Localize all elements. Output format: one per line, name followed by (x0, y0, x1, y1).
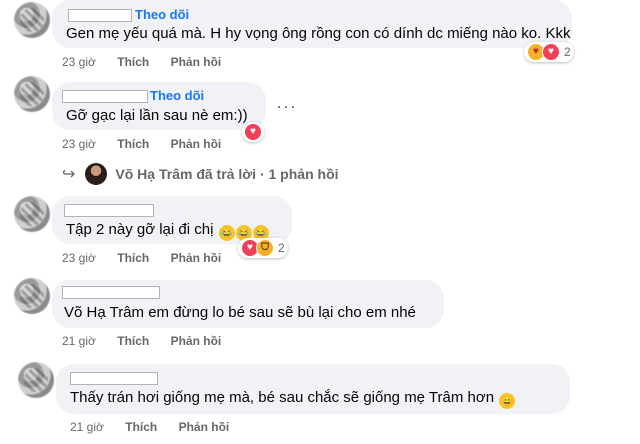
timestamp[interactable]: 23 giờ (62, 55, 96, 69)
avatar[interactable] (18, 362, 54, 398)
reaction-summary[interactable]: ♥ (242, 122, 264, 142)
redacted-name (64, 204, 154, 217)
comment-text: Thấy trán hơi giống mẹ mà, bé sau chắc s… (70, 389, 495, 406)
replies-label: Võ Hạ Trâm đã trả lời · 1 phản hồi (115, 166, 339, 182)
reaction-count: 2 (564, 45, 571, 59)
like-button[interactable]: Thích (117, 55, 149, 69)
comment-text-row: Thấy trán hơi giống mẹ mà, bé sau chắc s… (70, 389, 516, 409)
comment-actions: 23 giờ Thích Phản hồi (62, 251, 221, 265)
view-replies-link[interactable]: ↪ Võ Hạ Trâm đã trả lời · 1 phản hồi (62, 163, 339, 185)
timestamp[interactable]: 21 giờ (70, 420, 104, 434)
redacted-name (68, 9, 132, 22)
avatar[interactable] (14, 196, 50, 232)
follow-link[interactable]: Theo dõi (150, 88, 204, 103)
redacted-name (62, 286, 160, 299)
timestamp[interactable]: 23 giờ (62, 251, 96, 265)
redacted-name (70, 372, 158, 385)
comment-text: Tập 2 này gỡ lại đi chị (66, 221, 214, 238)
comment-text: Võ Hạ Trâm em đừng lo bé sau sẽ bù lại c… (64, 304, 416, 321)
comment-actions: 23 giờ Thích Phản hồi (62, 137, 221, 151)
avatar[interactable] (14, 76, 50, 112)
reply-button[interactable]: Phản hồi (171, 55, 222, 69)
avatar[interactable] (14, 278, 50, 314)
follow-link[interactable]: Theo dõi (135, 7, 189, 22)
reply-button[interactable]: Phản hồi (171, 251, 222, 265)
comment-text: Gen mẹ yếu quá mà. H hy vọng ông rồng co… (66, 25, 571, 42)
reply-button[interactable]: Phản hồi (179, 420, 230, 434)
haha-reaction-icon: ᗜ (256, 239, 274, 257)
reaction-summary[interactable]: ♥ ♥ 2 (524, 42, 574, 62)
like-button[interactable]: Thích (117, 137, 149, 151)
grinning-emoji-icon: 😄 (499, 393, 516, 409)
love-reaction-icon: ♥ (542, 43, 560, 61)
comment-actions: 21 giờ Thích Phản hồi (70, 420, 229, 434)
avatar[interactable] (14, 2, 50, 38)
reaction-count: 2 (278, 241, 285, 255)
timestamp[interactable]: 21 giờ (62, 334, 96, 348)
reaction-summary[interactable]: ♥ ᗜ 2 (238, 238, 288, 258)
redacted-name (62, 90, 148, 103)
comment-text-row: Tập 2 này gỡ lại đi chị 😂 😂 😂 (66, 221, 269, 241)
like-button[interactable]: Thích (125, 420, 157, 434)
like-button[interactable]: Thích (117, 251, 149, 265)
timestamp[interactable]: 23 giờ (62, 137, 96, 151)
replier-avatar (85, 163, 108, 185)
tears-of-joy-emoji-icon: 😂 (218, 225, 235, 241)
reply-button[interactable]: Phản hồi (171, 334, 222, 348)
comment-text: Gỡ gạc lại lần sau nè em:)) (66, 107, 248, 124)
comment-actions: 23 giờ Thích Phản hồi (62, 55, 221, 69)
more-options-button[interactable]: ··· (276, 96, 297, 117)
like-button[interactable]: Thích (117, 334, 149, 348)
comment-actions: 21 giờ Thích Phản hồi (62, 334, 221, 348)
reply-arrow-icon: ↪ (62, 166, 76, 183)
love-reaction-icon: ♥ (244, 123, 262, 141)
reply-button[interactable]: Phản hồi (171, 137, 222, 151)
